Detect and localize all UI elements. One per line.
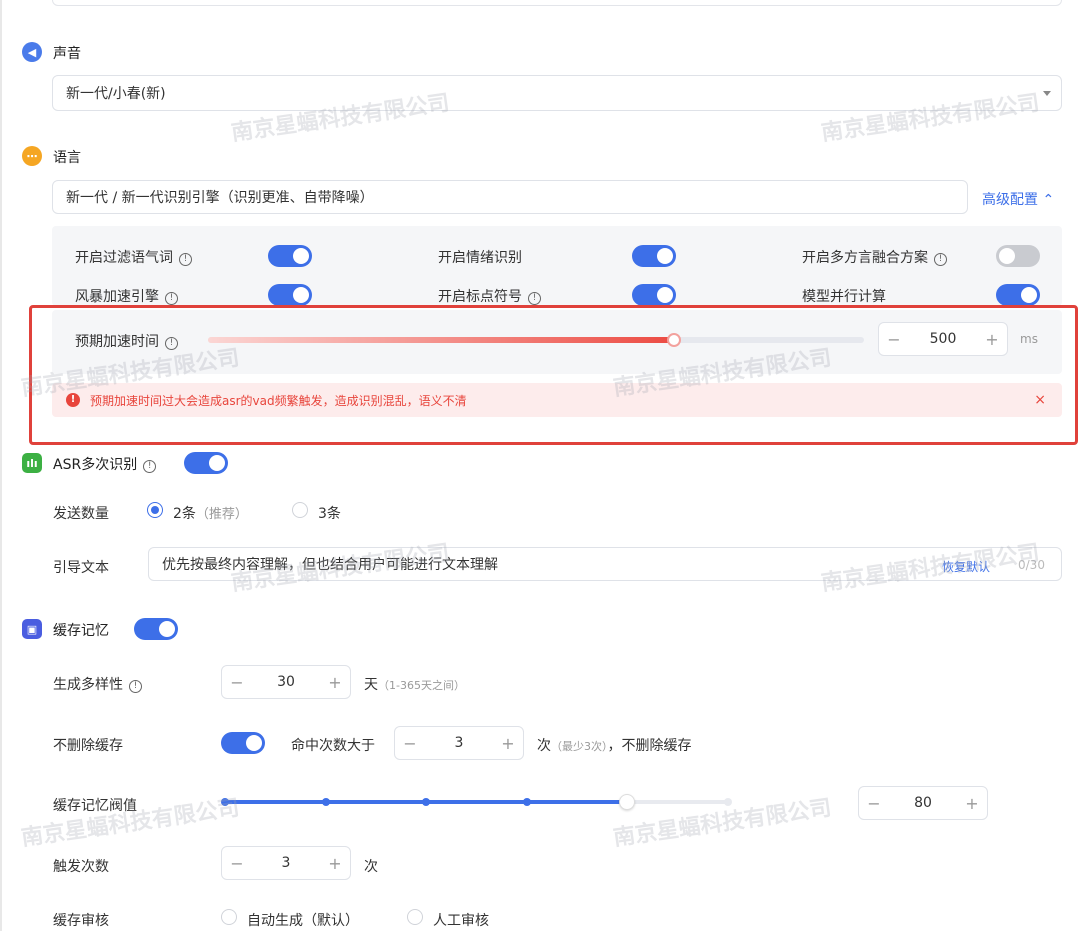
cache-threshold-label: 缓存记忆阀值: [53, 798, 137, 814]
threshold-stepper[interactable]: − 80 +: [858, 786, 988, 820]
plus-button[interactable]: +: [957, 794, 987, 813]
hit-count-label: 命中次数大于: [291, 738, 375, 754]
diversity-value[interactable]: 30: [252, 674, 320, 690]
window-left-edge: [0, 0, 2, 931]
threshold-slider-track[interactable]: [221, 794, 732, 810]
no-delete-cache-label: 不删除缓存: [53, 738, 123, 754]
speaker-icon: ◀: [22, 42, 42, 62]
hit-count-stepper[interactable]: − 3 +: [394, 726, 524, 760]
dialect-fusion-toggle[interactable]: [996, 245, 1040, 267]
guide-text-label: 引导文本: [53, 560, 109, 576]
asr-section-title: ASR多次识别!: [53, 454, 157, 474]
diversity-stepper[interactable]: − 30 +: [221, 665, 351, 699]
send-count-radio-3[interactable]: [292, 502, 308, 518]
filter-filler-words-label: 开启过滤语气词!: [75, 247, 192, 267]
language-section-title: 语言: [53, 150, 81, 166]
send-count-option-3: 3条: [318, 506, 341, 522]
asr-toggle[interactable]: [184, 452, 228, 474]
plus-button[interactable]: +: [320, 673, 350, 692]
punctuation-toggle[interactable]: [632, 284, 676, 306]
info-icon: !: [934, 253, 947, 266]
threshold-slider-thumb[interactable]: [619, 794, 636, 810]
info-icon: !: [528, 292, 541, 305]
minus-button[interactable]: −: [395, 734, 425, 753]
cache-toggle[interactable]: [134, 618, 178, 640]
filter-filler-words-toggle[interactable]: [268, 245, 312, 267]
info-icon: !: [179, 253, 192, 266]
asr-waveform-icon: ılı: [22, 453, 42, 473]
punctuation-label: 开启标点符号!: [438, 286, 541, 306]
minus-button[interactable]: −: [222, 673, 252, 692]
previous-field-bottom: [52, 0, 1062, 6]
hit-count-value[interactable]: 3: [425, 735, 493, 751]
trigger-count-value[interactable]: 3: [252, 855, 320, 871]
send-count-radio-2[interactable]: [147, 502, 163, 518]
diversity-unit: 天（1-365天之间）: [364, 677, 465, 693]
threshold-step-dot: [724, 798, 732, 806]
parallel-compute-label: 模型并行计算: [802, 289, 886, 305]
red-highlight-frame: [29, 305, 1078, 445]
cache-section-title: 缓存记忆: [53, 623, 109, 639]
language-engine-select[interactable]: 新一代 / 新一代识别引擎（识别更准、自带降噪）: [52, 180, 968, 214]
diversity-label: 生成多样性!: [53, 674, 142, 694]
voice-select[interactable]: 新一代/小春(新): [52, 75, 1062, 111]
threshold-value[interactable]: 80: [889, 795, 957, 811]
voice-select-value: 新一代/小春(新): [66, 86, 166, 102]
send-count-option-2: 2条（推荐）: [173, 506, 248, 522]
storm-engine-label: 风暴加速引擎!: [75, 286, 178, 306]
trigger-count-label: 触发次数: [53, 859, 109, 875]
language-chat-icon: ⋯: [22, 146, 42, 166]
restore-default-link[interactable]: 恢复默认: [942, 558, 990, 575]
char-counter: 0/30: [1018, 558, 1045, 572]
info-icon: !: [129, 680, 142, 693]
advanced-config-link[interactable]: 高级配置 ⌃: [982, 189, 1054, 209]
review-radio-auto[interactable]: [221, 909, 237, 925]
guide-text-value: 优先按最终内容理解，但也结合用户可能进行文本理解: [162, 557, 498, 573]
threshold-step-dot: [522, 798, 531, 806]
plus-button[interactable]: +: [320, 854, 350, 873]
parallel-compute-toggle[interactable]: [996, 284, 1040, 306]
cache-review-label: 缓存审核: [53, 913, 109, 929]
cache-folder-icon: ▣: [22, 619, 42, 639]
review-option-auto: 自动生成（默认）: [247, 913, 359, 929]
emotion-recognition-label: 开启情绪识别: [438, 250, 522, 266]
threshold-step-dot: [321, 798, 330, 806]
info-icon: !: [165, 292, 178, 305]
minus-button[interactable]: −: [222, 854, 252, 873]
info-icon: !: [143, 460, 157, 473]
threshold-step-dot: [422, 798, 431, 806]
minus-button[interactable]: −: [859, 794, 889, 813]
send-count-label: 发送数量: [53, 506, 109, 522]
no-delete-cache-toggle[interactable]: [221, 732, 265, 754]
voice-section-title: 声音: [53, 46, 81, 62]
plus-button[interactable]: +: [493, 734, 523, 753]
chevron-down-icon: [1043, 91, 1051, 96]
review-radio-manual[interactable]: [407, 909, 423, 925]
trigger-count-stepper[interactable]: − 3 +: [221, 846, 351, 880]
dialect-fusion-label: 开启多方言融合方案!: [802, 247, 947, 267]
threshold-step-dot: [221, 798, 229, 806]
review-option-manual: 人工审核: [433, 913, 489, 929]
storm-engine-toggle[interactable]: [268, 284, 312, 306]
hit-count-unit: 次（最少3次），不删除缓存: [537, 738, 692, 754]
language-engine-value: 新一代 / 新一代识别引擎（识别更准、自带降噪）: [66, 190, 374, 206]
emotion-recognition-toggle[interactable]: [632, 245, 676, 267]
guide-text-input[interactable]: 优先按最终内容理解，但也结合用户可能进行文本理解: [148, 547, 1062, 581]
trigger-count-unit: 次: [364, 859, 378, 875]
